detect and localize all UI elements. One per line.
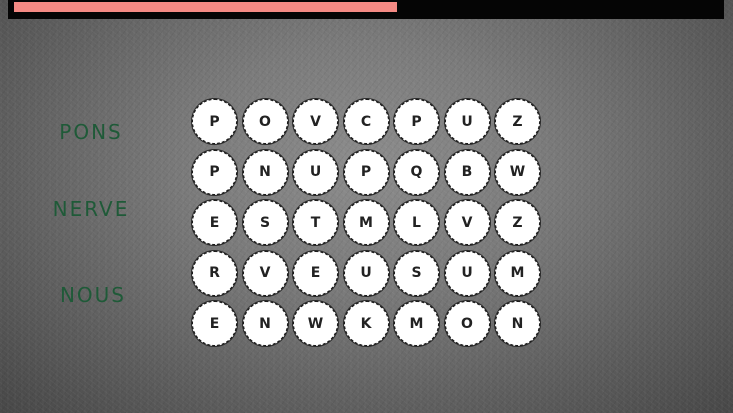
letter-tile-r4-c2[interactable]: V bbox=[242, 250, 288, 296]
letter-tile-r1-c5[interactable]: P bbox=[394, 99, 439, 144]
letter-tile-r1-c3[interactable]: V bbox=[293, 99, 338, 144]
letter-tile-r2-c4[interactable]: P bbox=[343, 149, 389, 195]
letter-tile-r1-c7[interactable]: Z bbox=[495, 99, 540, 144]
letter-tile-r3-c3[interactable]: T bbox=[293, 200, 338, 245]
target-word-3: NOUS bbox=[59, 283, 127, 307]
letter-tile-r4-c6[interactable]: U bbox=[444, 250, 490, 296]
letter-tile-r5-c1[interactable]: E bbox=[192, 301, 237, 346]
target-word-1: PONS bbox=[59, 120, 123, 144]
letter-tile-r3-c4[interactable]: M bbox=[343, 200, 389, 245]
letter-tile-r4-c7[interactable]: M bbox=[495, 250, 540, 296]
letter-tile-r5-c5[interactable]: M bbox=[394, 301, 439, 346]
letter-tile-r1-c1[interactable]: P bbox=[192, 99, 237, 144]
letter-tile-r4-c1[interactable]: R bbox=[192, 250, 237, 296]
letter-tile-r3-c2[interactable]: S bbox=[242, 200, 288, 245]
letter-tile-r4-c4[interactable]: U bbox=[343, 250, 389, 296]
letter-tile-r2-c1[interactable]: P bbox=[192, 149, 237, 195]
letter-tile-r2-c2[interactable]: N bbox=[242, 149, 288, 195]
timer-bar bbox=[8, 0, 724, 19]
letter-tile-r1-c4[interactable]: C bbox=[343, 99, 389, 144]
letter-tile-r3-c5[interactable]: L bbox=[394, 200, 439, 245]
target-word-2: NERVE bbox=[52, 197, 130, 221]
letter-tile-r1-c6[interactable]: U bbox=[444, 99, 490, 144]
letter-tile-r2-c5[interactable]: Q bbox=[394, 149, 439, 195]
letter-tile-r4-c5[interactable]: S bbox=[394, 250, 439, 296]
letter-tile-r3-c1[interactable]: E bbox=[192, 200, 237, 245]
timer-bar-fill bbox=[14, 2, 397, 12]
letter-tile-r1-c2[interactable]: O bbox=[242, 99, 288, 144]
letter-tile-r5-c6[interactable]: O bbox=[444, 301, 490, 346]
letter-tile-r2-c3[interactable]: U bbox=[293, 149, 338, 195]
letter-tile-r2-c6[interactable]: B bbox=[444, 149, 490, 195]
letter-tile-r2-c7[interactable]: W bbox=[495, 149, 540, 195]
letter-tile-r3-c6[interactable]: V bbox=[444, 200, 490, 245]
letter-tile-r5-c3[interactable]: W bbox=[293, 301, 338, 346]
letter-tile-r5-c2[interactable]: N bbox=[242, 301, 288, 346]
letter-tile-r5-c7[interactable]: N bbox=[495, 301, 540, 346]
letter-tile-r3-c7[interactable]: Z bbox=[495, 200, 540, 245]
letter-tile-r4-c3[interactable]: E bbox=[293, 250, 338, 296]
letter-tile-r5-c4[interactable]: K bbox=[343, 301, 389, 346]
letter-grid: POVCPUZPNUPQBWESTMLVZRVEUSUMENWKMON bbox=[192, 99, 542, 348]
